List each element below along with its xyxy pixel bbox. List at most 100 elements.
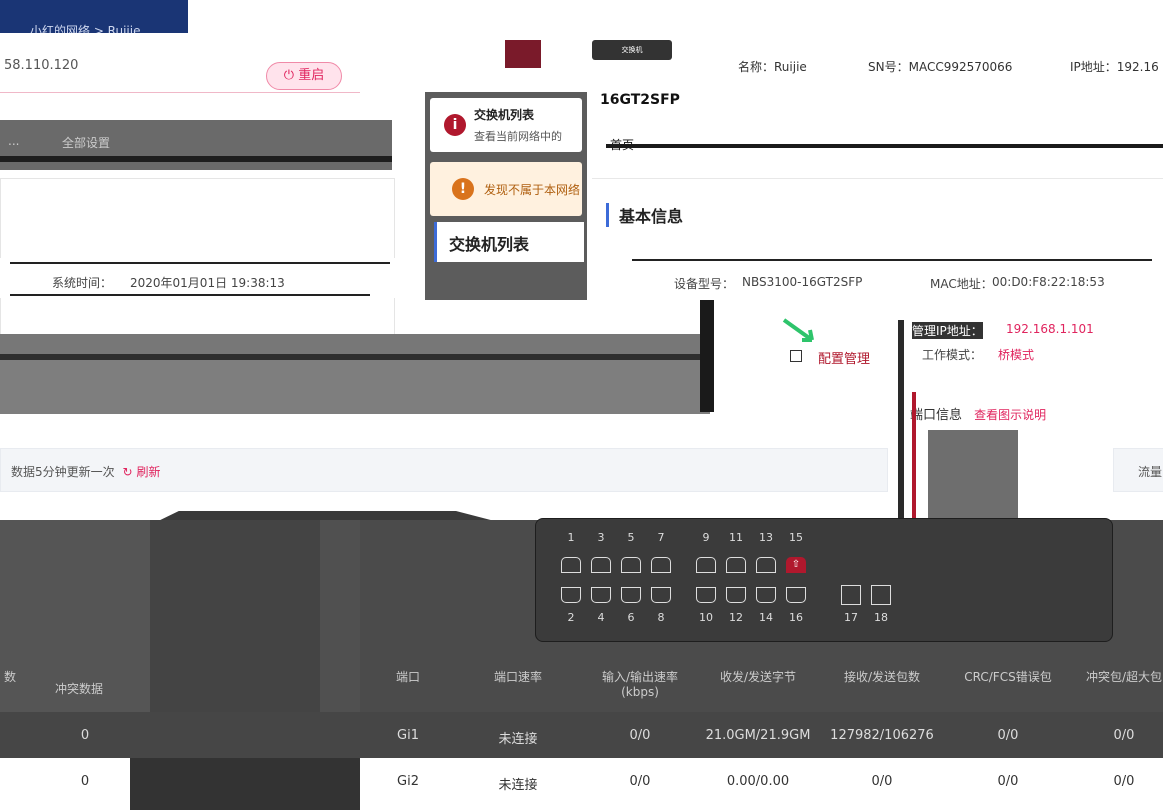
port-11[interactable] — [726, 557, 746, 573]
port-10[interactable] — [696, 587, 716, 603]
refresh-text: 数据5分钟更新一次 ↻ 刷新 — [11, 463, 161, 480]
table-cell: 0.00/0.00 — [726, 774, 790, 789]
mac-label: MAC地址： — [930, 277, 993, 291]
warning-text: 发现不属于本网络 — [484, 183, 581, 197]
port-6[interactable] — [621, 587, 641, 603]
port-number: 6 — [627, 611, 635, 624]
port-13[interactable] — [756, 557, 776, 573]
port-number: 15 — [789, 531, 803, 544]
port-8[interactable] — [651, 587, 671, 603]
nav-underline-right — [606, 144, 1163, 148]
refresh-note: 数据5分钟更新一次 — [11, 465, 115, 479]
warning-icon: ! — [452, 178, 474, 200]
port-2[interactable] — [561, 587, 581, 603]
switch-list-card-title: 交换机列表 — [474, 108, 535, 122]
port-4[interactable] — [591, 587, 611, 603]
table-row-left[interactable]: 0 — [0, 758, 130, 810]
port-info-label: 端口信息 — [910, 408, 963, 423]
work-mode-value: 桥模式 — [998, 348, 1035, 362]
port-15[interactable]: ⇧ — [786, 557, 806, 573]
garbled-line — [10, 262, 390, 264]
garbled-line-2 — [10, 294, 370, 296]
switch-list-card-desc: 查看当前网络中的 — [474, 130, 562, 143]
port-number: 1 — [567, 531, 575, 544]
grey-block — [928, 430, 1018, 520]
nav-underline — [0, 156, 392, 162]
grey-band — [0, 334, 710, 414]
reboot-label: 重启 — [298, 68, 325, 83]
table-cell: 未连接 — [498, 732, 538, 747]
table-cell: 0/0 — [997, 774, 1019, 789]
config-manage-link[interactable]: 配置管理 — [818, 348, 870, 367]
table-cell: 0/0 — [997, 728, 1019, 743]
port-5[interactable] — [621, 557, 641, 573]
left-nav-item-2[interactable]: 全部设置 — [62, 134, 110, 151]
switch-list-card[interactable]: i 交换机列表 查看当前网络中的 — [430, 98, 582, 152]
port-number: 9 — [702, 531, 710, 544]
port-16[interactable] — [786, 587, 806, 603]
table-cell: 0/0 — [1113, 728, 1135, 743]
port-info-header: 端口信息 查看图示说明 — [910, 404, 1046, 423]
col-header-conflict: 冲突数据 — [55, 682, 104, 696]
table-cell: 未连接 — [498, 778, 538, 793]
config-icon — [790, 350, 802, 362]
col-header-left-1: 数 — [4, 670, 17, 684]
device-model-label: 设备型号： — [674, 277, 735, 291]
port-14[interactable] — [756, 587, 776, 603]
port-7[interactable] — [651, 557, 671, 573]
left-nav-bar: ... 全部设置 — [0, 120, 392, 170]
system-time-value: 2020年01月01日 19:38:13 — [130, 276, 285, 290]
port-12[interactable] — [726, 587, 746, 603]
divider — [700, 300, 714, 412]
work-mode-label: 工作模式： — [922, 348, 983, 362]
refresh-bar: 数据5分钟更新一次 ↻ 刷新 — [0, 448, 888, 492]
divider — [912, 392, 916, 522]
port-number: 4 — [597, 611, 605, 624]
port-number: 18 — [874, 611, 888, 624]
port-3[interactable] — [591, 557, 611, 573]
view-legend-link[interactable]: 查看图示说明 — [974, 408, 1046, 422]
port-number: 13 — [759, 531, 773, 544]
col-header: 输入/输出速率(kbps) — [601, 670, 679, 699]
table-cell: 21.0GM/21.9GM — [705, 728, 811, 743]
traffic-tab[interactable]: 流量 — [1113, 448, 1163, 492]
switch-list-title: 交换机列表 — [434, 222, 584, 262]
port-number: 16 — [789, 611, 803, 624]
port-number: 12 — [729, 611, 743, 624]
divider — [898, 320, 904, 520]
col-header: 接收/发送包数 — [843, 670, 921, 684]
port-1[interactable] — [561, 557, 581, 573]
foreign-device-warning[interactable]: ! 发现不属于本网络 — [430, 162, 582, 216]
reboot-button[interactable]: ⏻ 重启 — [266, 62, 342, 90]
col-header: 端口 — [395, 670, 420, 684]
port-number: 10 — [699, 611, 713, 624]
sfp-port-17[interactable] — [841, 585, 861, 605]
table-cell: 0 — [80, 728, 90, 743]
gap-block — [130, 758, 360, 810]
col-header: 收发/发送字节 — [719, 670, 797, 684]
device-ip: IP地址：192.16 — [1070, 60, 1159, 74]
col-header: 端口速率 — [493, 670, 542, 684]
port-number: 3 — [597, 531, 605, 544]
refresh-icon[interactable]: ↻ — [122, 465, 132, 479]
port-number: 7 — [657, 531, 665, 544]
right-info-block: 管理IP地址： 192.168.1.101 工作模式： 桥模式 — [898, 310, 1163, 446]
green-arrow-icon — [782, 318, 814, 342]
device-sn: SN号：MACC992570066 — [868, 60, 1013, 74]
port-panel: 1 3 5 7 9 11 13 15 ⇧ 2 4 6 8 10 12 14 16 17 18 — [535, 518, 1113, 642]
refresh-link[interactable]: 刷新 — [137, 465, 161, 479]
table-cell: Gi2 — [397, 774, 419, 789]
table-cell: 0/0 — [629, 728, 651, 743]
info-icon: i — [444, 114, 466, 136]
sfp-port-18[interactable] — [871, 585, 891, 605]
garbled-line-3 — [632, 259, 1152, 261]
port-9[interactable] — [696, 557, 716, 573]
table-cell: Gi1 — [397, 728, 419, 743]
left-nav-item-1[interactable]: ... — [8, 134, 19, 148]
screenshot-root: 小红的网络 > Ruijie 58.110.120 ⏻ 重启 ... 全部设置 … — [0, 0, 1163, 810]
system-time-label: 系统时间： — [52, 276, 113, 290]
port-number: 17 — [844, 611, 858, 624]
mgmt-ip-label: 管理IP地址： — [912, 322, 983, 339]
table-cell: 0 — [80, 774, 90, 789]
table-cell: 0/0 — [629, 774, 651, 789]
